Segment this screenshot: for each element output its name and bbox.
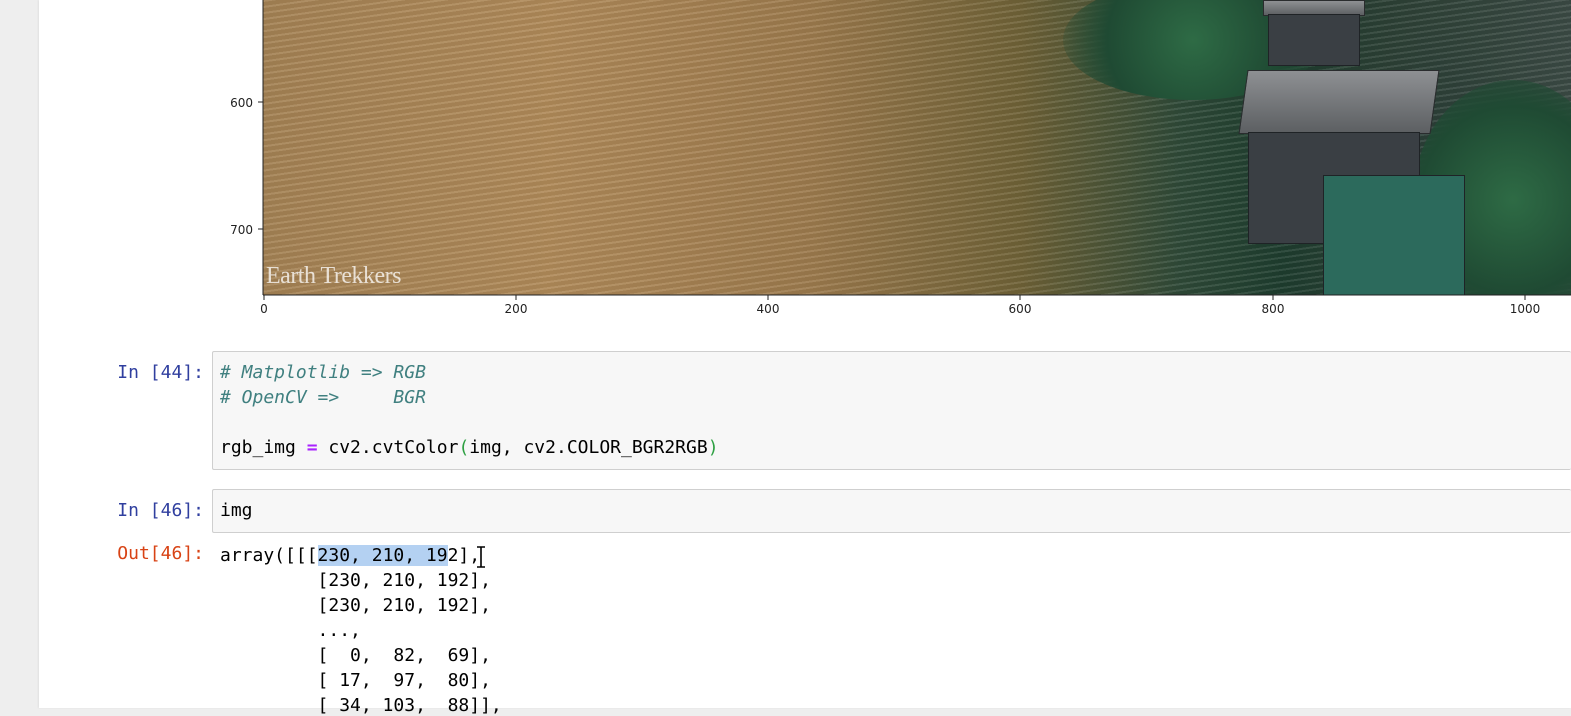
x-tick-label: 1000 [1510, 302, 1541, 316]
code-comment-line: # Matplotlib => RGB [220, 362, 426, 383]
output-line[interactable]: [ 17, 97, 80], [220, 670, 491, 691]
output-line[interactable]: [230, 210, 192], [220, 570, 491, 591]
code-lhs: rgb_img [220, 437, 307, 458]
output-line[interactable]: array([[[230, 210, 192], [220, 545, 480, 566]
comment-matplotlib: # Matplotlib => RGB [220, 362, 426, 383]
code-function: cv2.cvtColor [317, 437, 459, 458]
code-open-paren: ( [458, 437, 470, 458]
output-line[interactable]: [ 34, 103, 88]], [220, 695, 502, 716]
plot-axes: 600 700 0 200 400 600 800 1000 [230, 0, 1571, 316]
x-tick-label: 600 [1009, 302, 1032, 316]
cell-44-input-prompt: In [44]: [117, 362, 204, 383]
x-tick-label: 800 [1262, 302, 1285, 316]
selected-text: 230, 210, 19 [317, 545, 448, 566]
code-assign-operator: = [306, 437, 318, 458]
y-tick-label: 600 [230, 96, 253, 110]
x-tick-label: 200 [505, 302, 528, 316]
code-close-paren: ) [707, 437, 719, 458]
code-line: img [220, 500, 253, 521]
output-prefix: array([[[ [220, 545, 318, 566]
x-tick-label: 0 [260, 302, 268, 316]
output-line[interactable]: [ 0, 82, 69], [220, 645, 491, 666]
cell-46-code-editor[interactable] [212, 489, 1571, 533]
x-tick-label: 400 [757, 302, 780, 316]
comment-opencv: # OpenCV => BGR [220, 387, 426, 408]
text-cursor-icon [477, 546, 485, 568]
output-line[interactable]: [230, 210, 192], [220, 595, 491, 616]
code-args: img, cv2.COLOR_BGR2RGB [469, 437, 708, 458]
cell-46-input-prompt: In [46]: [117, 500, 204, 521]
y-tick-label: 700 [230, 223, 253, 237]
code-statement-line: rgb_img = cv2.cvtColor(img, cv2.COLOR_BG… [220, 437, 719, 458]
cell-46-output-prompt: Out[46]: [117, 543, 204, 564]
output-line[interactable]: ..., [220, 620, 361, 641]
code-comment-line: # OpenCV => BGR [220, 387, 426, 408]
